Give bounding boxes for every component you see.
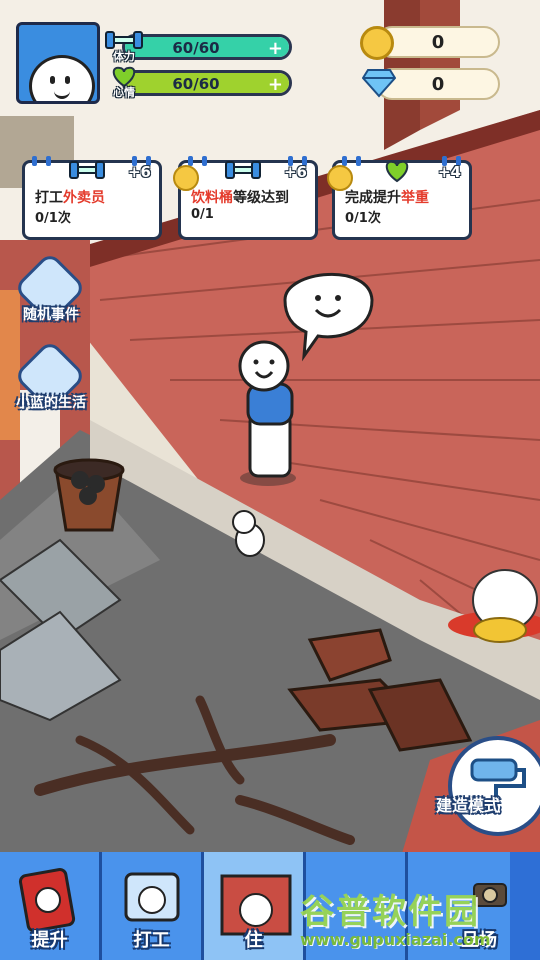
life-label: 小蓝的生活: [16, 395, 86, 411]
book-icon: [18, 868, 76, 932]
nav-home-label: 住: [244, 930, 263, 951]
random-event-button[interactable]: 随机事件: [10, 251, 92, 342]
watermark-title: 谷普软件园: [300, 892, 480, 932]
gem-value: 0: [431, 74, 445, 95]
task-reward: +6: [283, 163, 307, 181]
task-title: 完成提升举重: [345, 190, 429, 206]
nav-work[interactable]: 打工: [102, 852, 204, 960]
mood-bar[interactable]: 60/60 +: [122, 70, 292, 96]
dumbbell-icon: [225, 161, 261, 179]
dumbbell-icon: [69, 161, 105, 179]
task-card-3[interactable]: +4 完成提升举重 0/1次: [327, 156, 472, 240]
task-reward: +6: [127, 163, 151, 181]
random-event-label: 随机事件: [23, 307, 79, 323]
build-mode-label: 建造模式: [436, 796, 501, 815]
task-progress: 0/1次: [35, 211, 71, 226]
mood-value: 60/60: [172, 75, 220, 93]
coin-counter[interactable]: 0: [376, 26, 500, 58]
task-card-1[interactable]: +6 打工外卖员 0/1次: [22, 156, 162, 240]
stamina-value: 60/60: [172, 39, 220, 57]
nav-upgrade-label: 提升: [31, 930, 68, 951]
mood-label: 心情: [113, 86, 135, 99]
stamina-plus-icon[interactable]: +: [268, 38, 283, 57]
build-mode-button[interactable]: 建造模式: [436, 736, 540, 836]
task-reward: +4: [437, 163, 461, 181]
coin-value: 0: [431, 32, 445, 53]
player-avatar[interactable]: [16, 22, 100, 104]
stamina-bar[interactable]: 60/60 +: [122, 34, 292, 60]
task-title: 饮料桶等级达到: [191, 190, 289, 206]
computer-icon: [124, 872, 180, 922]
coin-icon: [360, 26, 394, 60]
task-card-2[interactable]: +6 饮料桶等级达到 0/1: [173, 156, 318, 240]
life-button[interactable]: 小蓝的生活: [10, 339, 92, 430]
watermark-url: www.gupuxiazai.com: [300, 930, 491, 949]
nav-upgrade[interactable]: 提升: [0, 852, 102, 960]
paint-roller-icon: [448, 736, 540, 836]
avatar-face-icon: [29, 55, 95, 101]
gem-icon: [361, 68, 397, 98]
task-progress: 0/1次: [345, 211, 381, 226]
nav-work-label: 打工: [133, 930, 170, 951]
heart-icon: [385, 160, 409, 183]
task-progress: 0/1: [191, 207, 214, 222]
task-title: 打工外卖员: [35, 190, 105, 206]
dumbbell-icon: 体力: [104, 28, 144, 63]
heart-icon: 心情: [104, 64, 144, 99]
mood-plus-icon[interactable]: +: [268, 74, 283, 93]
stamina-label: 体力: [113, 50, 135, 63]
nav-home[interactable]: 住: [204, 852, 306, 960]
